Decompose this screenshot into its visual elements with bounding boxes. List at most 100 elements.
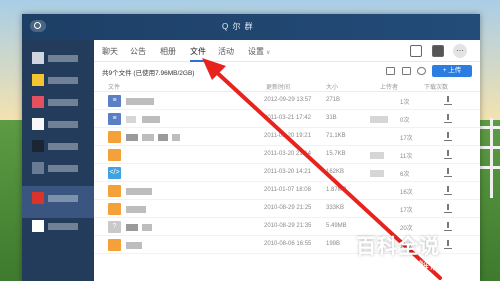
file-downloads: 0次 <box>400 118 410 124</box>
column-uploader[interactable]: 上传者 <box>380 82 398 91</box>
filename-redacted <box>126 224 138 231</box>
file-size: 71.1KB <box>326 133 346 139</box>
watermark-subtitle: 助你轻松解决 <box>370 259 442 272</box>
download-icon[interactable] <box>444 150 452 159</box>
sidebar-item[interactable] <box>32 140 84 154</box>
file-time: 2011-03-21 17:42 <box>264 115 311 121</box>
file-downloads: 6次 <box>400 172 410 178</box>
archive-icon <box>108 239 121 251</box>
tab-files[interactable]: 文件 <box>190 46 206 62</box>
file-toolbar: 共9个文件 (已使用7.96MB/2GB) + 上传 <box>94 62 480 80</box>
file-downloads: 1次 <box>400 100 410 106</box>
sidebar-item[interactable] <box>32 220 84 234</box>
column-file[interactable]: 文件 <box>108 82 120 91</box>
uploader-redacted <box>370 152 384 159</box>
tab-chat[interactable]: 聊天 <box>102 46 118 57</box>
table-row[interactable]: </> 2011-03-20 14:21 162KB 6次 <box>94 164 480 182</box>
window-title: Q 尔 群 <box>222 22 254 31</box>
tab-settings-label: 设置 <box>248 47 264 56</box>
table-row[interactable]: ≡ 2011-03-21 17:42 31B 0次 <box>94 110 480 128</box>
download-icon[interactable] <box>444 132 452 141</box>
group-avatar <box>32 220 44 232</box>
sidebar-item[interactable] <box>32 118 84 132</box>
uploader-redacted <box>370 170 384 177</box>
tab-settings[interactable]: 设置 ∨ <box>248 46 270 57</box>
column-size[interactable]: 大小 <box>326 82 338 91</box>
table-row[interactable]: 2011-03-20 19:21 71.1KB 17次 <box>94 128 480 146</box>
tab-activity[interactable]: 活动 <box>218 46 234 57</box>
column-time[interactable]: 更新时间 <box>266 82 290 91</box>
document-icon: ≡ <box>108 113 121 125</box>
grid-view-icon[interactable] <box>386 67 395 75</box>
table-row[interactable]: 2011-03-20 21:14 15.7KB 11次 <box>94 146 480 164</box>
table-row[interactable]: 2010-08-29 21:25 333KB 17次 <box>94 200 480 218</box>
search-icon[interactable] <box>30 20 46 32</box>
tab-bar: 聊天 公告 相册 文件 活动 设置 ∨ … <box>94 40 480 62</box>
file-size: 271B <box>326 97 341 103</box>
filename-redacted <box>126 116 136 123</box>
folder-icon[interactable] <box>402 67 411 75</box>
archive-icon <box>108 149 121 161</box>
file-downloads: 17次 <box>400 136 413 142</box>
watermark-title: 百科全说 <box>356 234 440 258</box>
folder-icon[interactable] <box>432 45 444 57</box>
more-button[interactable]: … <box>453 44 467 58</box>
download-icon[interactable] <box>444 168 452 177</box>
unknown-file-icon: ? <box>108 221 121 233</box>
group-avatar <box>32 52 44 64</box>
archive-icon <box>108 185 121 197</box>
file-time: 2010-08-29 21:35 <box>264 223 312 229</box>
file-size: 15.7KB <box>326 151 346 157</box>
tab-album[interactable]: 相册 <box>160 46 176 57</box>
file-time: 2011-03-20 14:21 <box>264 169 311 175</box>
file-time: 2010-08-06 16:55 <box>264 241 312 247</box>
download-icon[interactable] <box>444 96 452 105</box>
download-icon[interactable] <box>444 114 452 123</box>
file-size: 162KB <box>326 169 345 175</box>
file-time: 2010-08-29 21:25 <box>264 205 312 211</box>
filename-redacted <box>126 206 146 213</box>
group-avatar <box>32 118 44 130</box>
uploader-redacted <box>370 116 388 123</box>
group-avatar <box>32 192 44 204</box>
table-row[interactable]: 2011-01-07 18:08 1.87MB 16次 <box>94 182 480 200</box>
file-downloads: 16次 <box>400 190 413 196</box>
table-row[interactable]: ≡ 2012-09-29 13:57 271B 1次 <box>94 92 480 110</box>
tab-announcement[interactable]: 公告 <box>130 46 146 57</box>
sidebar-item-current[interactable] <box>32 192 84 206</box>
group-sidebar <box>22 40 94 281</box>
calendar-icon[interactable] <box>410 45 422 57</box>
download-icon[interactable] <box>444 204 452 213</box>
download-manager-icon[interactable] <box>417 67 426 75</box>
filename-redacted <box>126 242 142 249</box>
group-avatar <box>32 96 44 108</box>
code-file-icon: </> <box>108 167 121 179</box>
sidebar-item[interactable] <box>32 52 84 66</box>
file-time: 2011-01-07 18:08 <box>264 187 311 193</box>
storage-summary: 共9个文件 (已使用7.96MB/2GB) <box>102 70 195 77</box>
upload-button[interactable]: + 上传 <box>432 65 472 77</box>
file-size: 5.49MB <box>326 223 347 229</box>
table-header: 文件 更新时间 大小 上传者 下载次数 <box>94 80 480 92</box>
archive-icon <box>108 203 121 215</box>
file-time: 2011-03-20 21:14 <box>264 151 311 157</box>
group-avatar <box>32 162 44 174</box>
group-avatar <box>32 74 44 86</box>
file-downloads: 11次 <box>400 154 413 160</box>
file-size: 1.87MB <box>326 187 347 193</box>
archive-icon <box>108 131 121 143</box>
group-avatar <box>32 140 44 152</box>
file-size: 333KB <box>326 205 345 211</box>
sidebar-item[interactable] <box>32 74 84 88</box>
download-icon[interactable] <box>444 186 452 195</box>
filename-redacted <box>126 98 154 105</box>
column-downloads[interactable]: 下载次数 <box>424 82 448 91</box>
chevron-down-icon: ∨ <box>266 50 271 56</box>
file-downloads: 17次 <box>400 208 413 214</box>
file-time: 2011-03-20 19:21 <box>264 133 311 139</box>
sidebar-item[interactable] <box>32 162 84 176</box>
filename-redacted <box>126 188 152 195</box>
sidebar-item[interactable] <box>32 96 84 110</box>
document-icon: ≡ <box>108 95 121 107</box>
title-bar: Q 尔 群 <box>22 14 480 40</box>
